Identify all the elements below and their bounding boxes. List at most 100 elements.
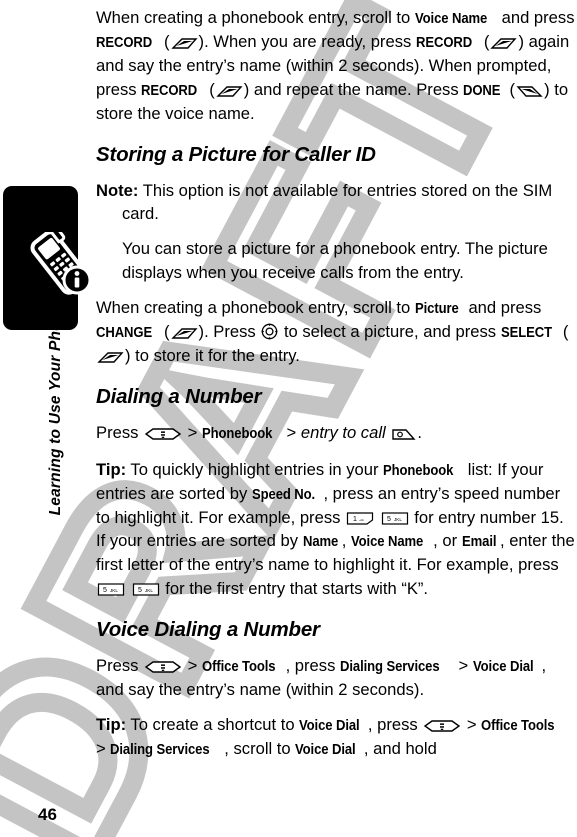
text-run: and press [497, 8, 575, 27]
menu-label-phonebook: Phonebook [383, 461, 454, 479]
softkey-label-record: RECORD [415, 34, 472, 52]
paragraph-dialing: Press > Phonebook > entry to call . [96, 421, 577, 445]
svg-text:5: 5 [138, 587, 142, 594]
text-run: When creating a phonebook entry, scroll … [96, 297, 415, 317]
paragraph-voice-dialing: Press > Office Tools , press Dialing Serv… [96, 654, 577, 701]
keypad-key-5-icon: 5 JKL [132, 582, 160, 597]
menu-label-picture: Picture [414, 299, 459, 317]
text-run: Press [96, 655, 144, 675]
tip-lead: Tip: [96, 459, 127, 479]
note-lead: Note: [96, 181, 139, 201]
page-content: When creating a phonebook entry, scroll … [96, 0, 577, 774]
paragraph-picture: When creating a phonebook entry, scroll … [96, 296, 577, 368]
text-run: ) to store it for the entry. [125, 346, 300, 366]
tip-dialing: Tip: To quickly highlight entries in you… [96, 458, 577, 600]
text-run [375, 508, 380, 527]
text-run: ) and repeat the name. Press [243, 79, 464, 99]
left-soft-key-icon [97, 351, 124, 364]
note-body-picture: You can store a picture for a phonebook … [122, 239, 548, 282]
left-soft-key-icon [170, 327, 198, 340]
text-run: ( [558, 322, 569, 342]
tip-lead: Tip: [96, 715, 127, 735]
text-run: > [183, 423, 202, 443]
menu-label-voice-name: Voice Name [351, 533, 424, 551]
text-run: , press [285, 655, 340, 675]
softkey-label-select: SELECT [500, 324, 552, 342]
text-run: , [341, 531, 351, 551]
menu-label-phonebook: Phonebook [201, 425, 273, 443]
text-run [126, 579, 131, 598]
svg-text:JKL: JKL [110, 588, 118, 593]
svg-text:1: 1 [353, 516, 357, 523]
left-soft-key-icon [170, 37, 198, 50]
text-run: ). When you are ready, press [198, 32, 416, 52]
text-run: , press [367, 715, 423, 735]
menu-key-icon [144, 427, 182, 441]
text-run: > [281, 423, 301, 443]
softkey-label-record: RECORD [96, 34, 153, 52]
text-run: This option is not available for entries… [122, 181, 553, 224]
keypad-key-5-icon: 5 JKL [97, 582, 125, 597]
menu-label-dialing-services: Dialing Services [340, 657, 440, 675]
text-run: . [417, 423, 422, 443]
svg-text:JKL: JKL [145, 588, 153, 593]
text-run: ). Press [198, 322, 261, 342]
right-soft-key-icon [516, 85, 543, 98]
keypad-key-1-icon: 1 -∞ [346, 511, 374, 526]
tip-voice-dialing: Tip: To create a shortcut to Voice Dial,… [96, 713, 577, 761]
phone-with-info-icon [29, 224, 95, 296]
softkey-label-record: RECORD [141, 81, 198, 99]
svg-text:-∞: -∞ [359, 518, 364, 523]
navigation-key-icon [261, 323, 278, 340]
page-number: 46 [38, 805, 57, 824]
placeholder-entry-to-call: entry to call [300, 423, 386, 443]
text-run: for the first entry that starts with “K”… [160, 578, 429, 598]
left-soft-key-icon [216, 85, 243, 98]
text-run: and press [463, 297, 542, 317]
text-run: > [96, 739, 111, 759]
menu-label-voice-name: Voice Name [414, 10, 488, 27]
text-run: > [462, 715, 482, 735]
heading-dialing-number: Dialing a Number [96, 385, 262, 409]
paragraph-voice-name: When creating a phonebook entry, scroll … [96, 6, 577, 125]
text-run: ( [159, 32, 170, 52]
text-run: Press [96, 423, 144, 443]
softkey-label-done: DONE [463, 81, 501, 99]
heading-voice-dialing: Voice Dialing a Number [96, 617, 320, 641]
text-run: ( [204, 79, 215, 99]
note-picture: Note: This option is not available for e… [96, 179, 577, 225]
text-run: , or [433, 531, 462, 551]
text-run: > [183, 655, 202, 675]
menu-label-office-tools: Office Tools [481, 717, 555, 735]
left-soft-key-icon [490, 37, 518, 50]
text-run: > [453, 655, 473, 675]
softkey-label-change: CHANGE [96, 324, 153, 342]
text-run [386, 423, 391, 442]
text-run: , scroll to [224, 739, 296, 759]
menu-label-email: Email [461, 533, 497, 551]
menu-label-name: Name [302, 533, 338, 551]
svg-text:5: 5 [103, 587, 107, 594]
keypad-key-5-icon: 5 JKL [381, 511, 409, 526]
text-run: To create a shortcut to [126, 715, 300, 735]
text-run: , and hold [363, 739, 437, 759]
text-run: To quickly highlight entries in your [126, 459, 384, 479]
menu-label-speed-no: Speed No. [251, 485, 315, 503]
text-run: When creating a phonebook entry, scroll … [96, 8, 415, 27]
text-run: ( [479, 32, 490, 52]
menu-label-voice-dial: Voice Dial [299, 717, 360, 735]
menu-key-icon [144, 660, 182, 674]
text-run: ( [159, 322, 170, 342]
text-run: to select a picture, and press [279, 322, 501, 342]
menu-label-voice-dial: Voice Dial [472, 657, 534, 675]
svg-text:JKL: JKL [394, 517, 402, 522]
menu-label-voice-dial: Voice Dial [295, 741, 356, 759]
heading-storing-picture: Storing a Picture for Caller ID [96, 143, 376, 167]
note-icon-block [3, 186, 92, 330]
text-run: ( [504, 79, 516, 99]
menu-label-office-tools: Office Tools [201, 657, 276, 675]
menu-label-dialing-services: Dialing Services [110, 741, 210, 759]
menu-key-icon [423, 719, 461, 733]
svg-text:5: 5 [387, 516, 391, 523]
send-key-icon [391, 427, 416, 441]
